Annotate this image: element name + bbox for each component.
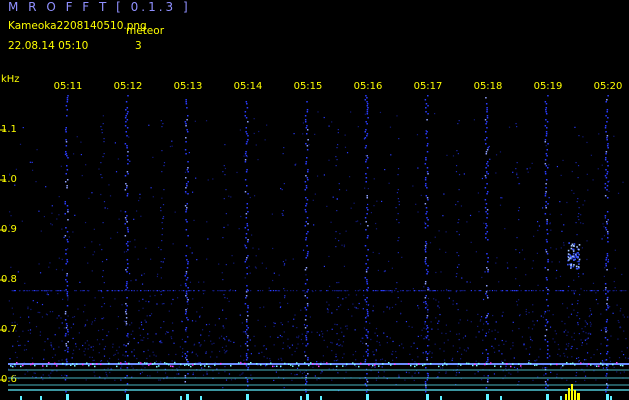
- signal-level-trace: [20, 394, 612, 400]
- faint-streak: [222, 144, 228, 389]
- minute-streak: [64, 95, 69, 393]
- minute-streak: [124, 95, 129, 393]
- faint-streak: [160, 120, 166, 380]
- minute-streak: [244, 101, 249, 391]
- noise-speckle: [8, 111, 629, 382]
- minute-streak: [304, 101, 309, 393]
- faint-streak: [515, 123, 521, 386]
- faint-streak: [395, 138, 401, 386]
- meteor-level-burst: [565, 384, 580, 400]
- minute-streak: [364, 95, 369, 393]
- minute-streak: [424, 95, 429, 393]
- minute-streak: [484, 97, 489, 389]
- faint-streak: [280, 147, 286, 389]
- faint-streak: [335, 129, 341, 392]
- spectrogram: [0, 95, 629, 400]
- faint-streak: [100, 123, 106, 362]
- minute-streak: [604, 95, 609, 393]
- minute-streak: [544, 95, 549, 391]
- faint-streak: [455, 120, 461, 386]
- meteor-echo: [567, 242, 581, 270]
- minute-streak: [184, 99, 189, 383]
